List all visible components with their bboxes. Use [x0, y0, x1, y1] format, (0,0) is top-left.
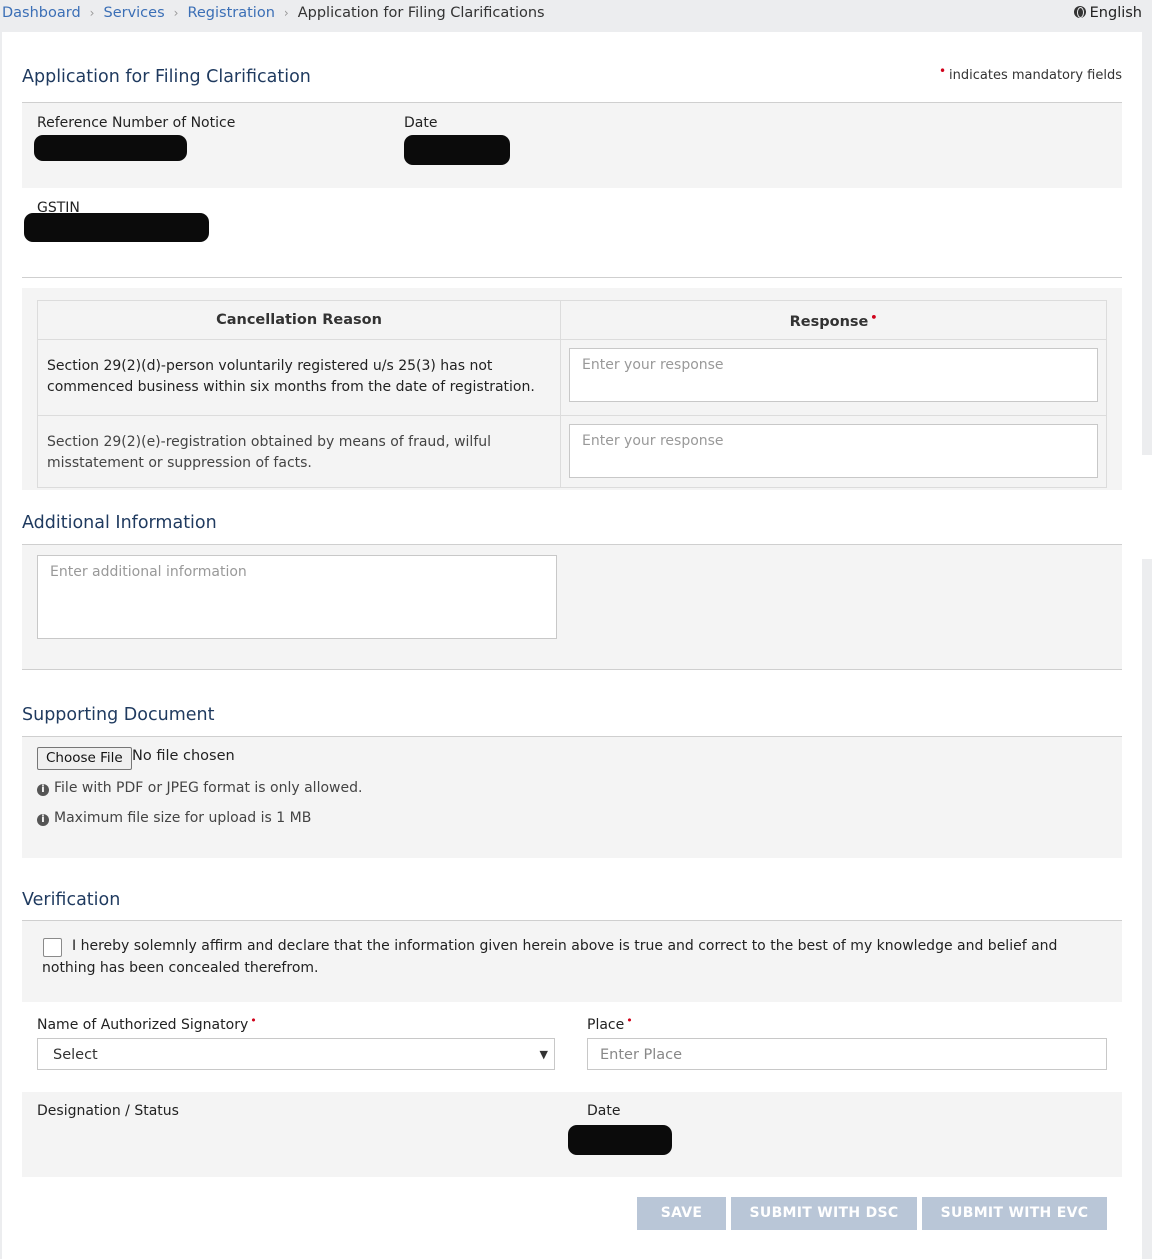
signatory-select-value: Select: [53, 1047, 98, 1063]
file-format-note: i File with PDF or JPEG format is only al…: [37, 780, 362, 796]
additional-info-textarea[interactable]: Enter additional information: [37, 555, 557, 639]
mandatory-note: • indicates mandatory fields: [939, 64, 1122, 83]
response-cell: Enter your response: [560, 415, 1107, 488]
response-input[interactable]: Enter your response: [569, 348, 1098, 402]
breadcrumb-current: Application for Filing Clarifications: [297, 5, 545, 21]
ref-number-label: Reference Number of Notice: [37, 115, 236, 131]
required-marker: •: [250, 1014, 257, 1027]
page-title: Application for Filing Clarification: [22, 67, 311, 87]
main-panel: Application for Filing Clarification • in…: [2, 32, 1142, 1259]
submit-with-evc-button[interactable]: SUBMIT WITH EVC: [922, 1197, 1107, 1230]
choose-file-button[interactable]: Choose File: [37, 747, 132, 770]
col-response-label: Response: [789, 313, 869, 330]
table-header-row: Cancellation Reason Response •: [37, 300, 1107, 340]
table-row: Section 29(2)(d)-person voluntarily regi…: [37, 339, 1107, 416]
required-marker: •: [870, 310, 878, 324]
reason-cell: Section 29(2)(d)-person voluntarily regi…: [37, 339, 561, 416]
signature-date-value-redacted: [568, 1125, 672, 1155]
breadcrumb-dashboard[interactable]: Dashboard: [2, 5, 81, 21]
breadcrumb-separator: ›: [173, 6, 179, 20]
declaration-checkbox[interactable]: [43, 938, 62, 957]
breadcrumb-registration[interactable]: Registration: [187, 5, 274, 21]
mandatory-note-text: indicates mandatory fields: [949, 68, 1122, 83]
breadcrumb-separator: ›: [283, 6, 289, 20]
language-selector[interactable]: English: [1073, 5, 1142, 21]
ref-number-value-redacted: [34, 135, 187, 161]
file-size-note-text: Maximum file size for upload is 1 MB: [54, 810, 312, 826]
notice-date-value-redacted: [404, 135, 510, 165]
designation-label: Designation / Status: [37, 1103, 179, 1119]
info-icon: i: [37, 814, 49, 826]
place-label: Place •: [587, 1014, 633, 1033]
gstin-value-redacted: [24, 213, 209, 242]
col-response: Response •: [560, 300, 1107, 340]
signatory-label: Name of Authorized Signatory •: [37, 1014, 257, 1033]
signatory-select[interactable]: Select ▼: [37, 1038, 555, 1070]
divider: [22, 277, 1122, 278]
breadcrumb: Dashboard › Services › Registration › Applicat…: [2, 5, 545, 21]
breadcrumb-services[interactable]: Services: [103, 5, 164, 21]
supporting-doc-title: Supporting Document: [22, 705, 215, 725]
reason-text: Section 29(2)(e)-registration obtained b…: [47, 434, 492, 471]
scroll-gap: [1142, 455, 1152, 559]
language-label: English: [1089, 5, 1142, 21]
chevron-down-icon: ▼: [539, 1048, 548, 1061]
top-bar: Dashboard › Services › Registration › Applicat…: [0, 0, 1152, 32]
info-icon: i: [37, 784, 49, 796]
save-button[interactable]: SAVE: [637, 1197, 726, 1230]
signature-date-label: Date: [587, 1103, 621, 1119]
place-label-text: Place: [587, 1017, 625, 1033]
required-marker: •: [938, 64, 947, 78]
required-marker: •: [626, 1014, 633, 1027]
globe-icon: [1073, 6, 1086, 18]
reason-text: Section 29(2)(d)-person voluntarily regi…: [47, 358, 535, 395]
col-cancellation-reason: Cancellation Reason: [37, 300, 561, 340]
file-status: No file chosen: [132, 748, 235, 764]
response-input[interactable]: Enter your response: [569, 424, 1098, 478]
divider: [22, 669, 1122, 670]
notice-date-label: Date: [404, 115, 438, 131]
additional-info-title: Additional Information: [22, 513, 217, 533]
breadcrumb-separator: ›: [89, 6, 95, 20]
cancellation-reasons-table: Cancellation Reason Response • Section 29…: [37, 300, 1107, 488]
file-size-note: i Maximum file size for upload is 1 MB: [37, 810, 311, 826]
signatory-label-text: Name of Authorized Signatory: [37, 1017, 249, 1033]
verification-title: Verification: [22, 890, 121, 910]
response-cell: Enter your response: [560, 339, 1107, 416]
table-row: Section 29(2)(e)-registration obtained b…: [37, 415, 1107, 488]
declaration-text: I hereby solemnly affirm and declare tha…: [42, 938, 1058, 976]
reason-cell: Section 29(2)(e)-registration obtained b…: [37, 415, 561, 488]
place-input[interactable]: Enter Place: [587, 1038, 1107, 1070]
file-format-note-text: File with PDF or JPEG format is only all…: [54, 780, 363, 796]
submit-with-dsc-button[interactable]: SUBMIT WITH DSC: [731, 1197, 917, 1230]
